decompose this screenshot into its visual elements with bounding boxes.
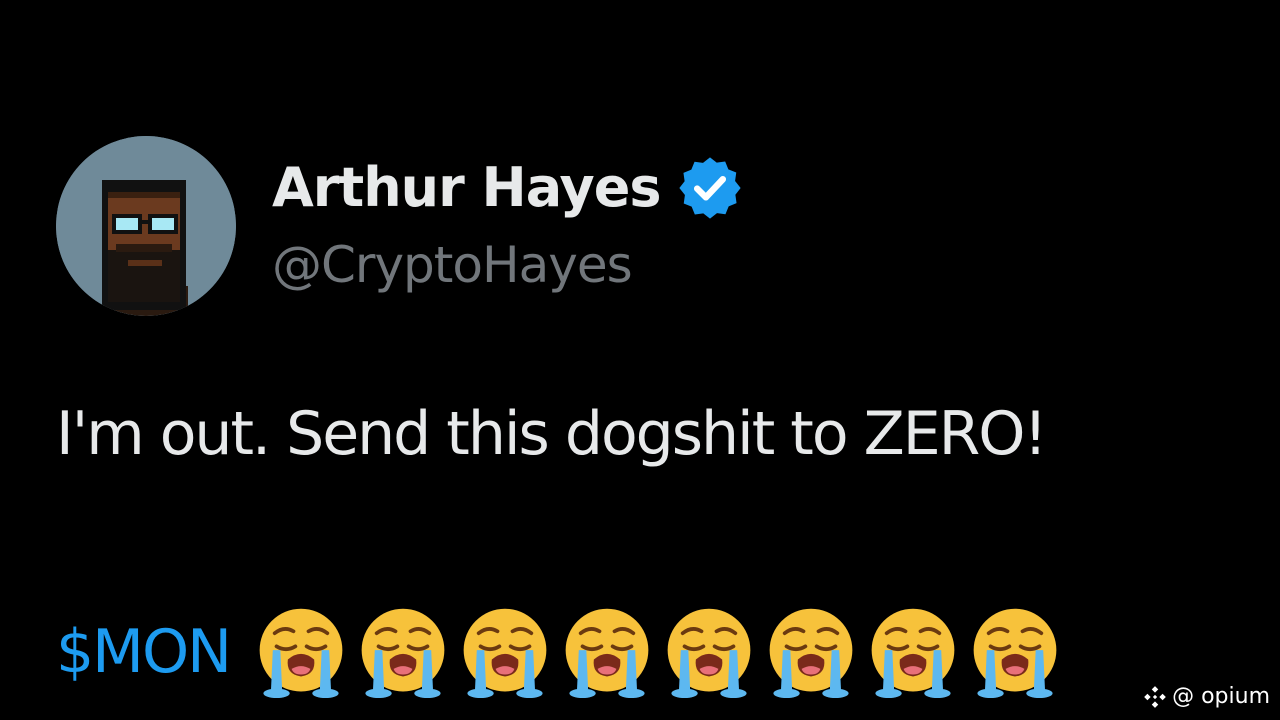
watermark: @ opium	[1142, 684, 1270, 710]
verified-badge-icon	[678, 157, 741, 219]
diamond-logo-icon	[1144, 686, 1166, 708]
watermark-label: @ opium	[1172, 684, 1270, 709]
loudly-crying-face-icon	[667, 608, 751, 699]
author-handle[interactable]: @CryptoHayes	[272, 240, 633, 290]
loudly-crying-face-icon	[565, 608, 649, 699]
loudly-crying-face-icon	[361, 608, 445, 699]
author-name-row: Arthur Hayes	[272, 150, 745, 226]
loudly-crying-face-icon	[463, 608, 547, 699]
cashtag-row: $MON	[56, 602, 1062, 702]
cashtag-link[interactable]: $MON	[56, 622, 232, 682]
pixel-avatar-icon	[56, 136, 236, 316]
tweet-text: I'm out. Send this dogshit to ZERO!	[56, 399, 1048, 469]
tweet-card: Arthur Hayes @CryptoHayes I'm out. Send …	[0, 0, 1280, 720]
loudly-crying-face-icon	[973, 608, 1057, 699]
loudly-crying-face-icon	[769, 608, 853, 699]
loudly-crying-face-icon	[259, 608, 343, 699]
loudly-crying-face-icon	[871, 608, 955, 699]
avatar[interactable]	[56, 136, 236, 316]
emoji-list	[254, 605, 1062, 699]
author-display-name[interactable]: Arthur Hayes	[272, 161, 661, 215]
